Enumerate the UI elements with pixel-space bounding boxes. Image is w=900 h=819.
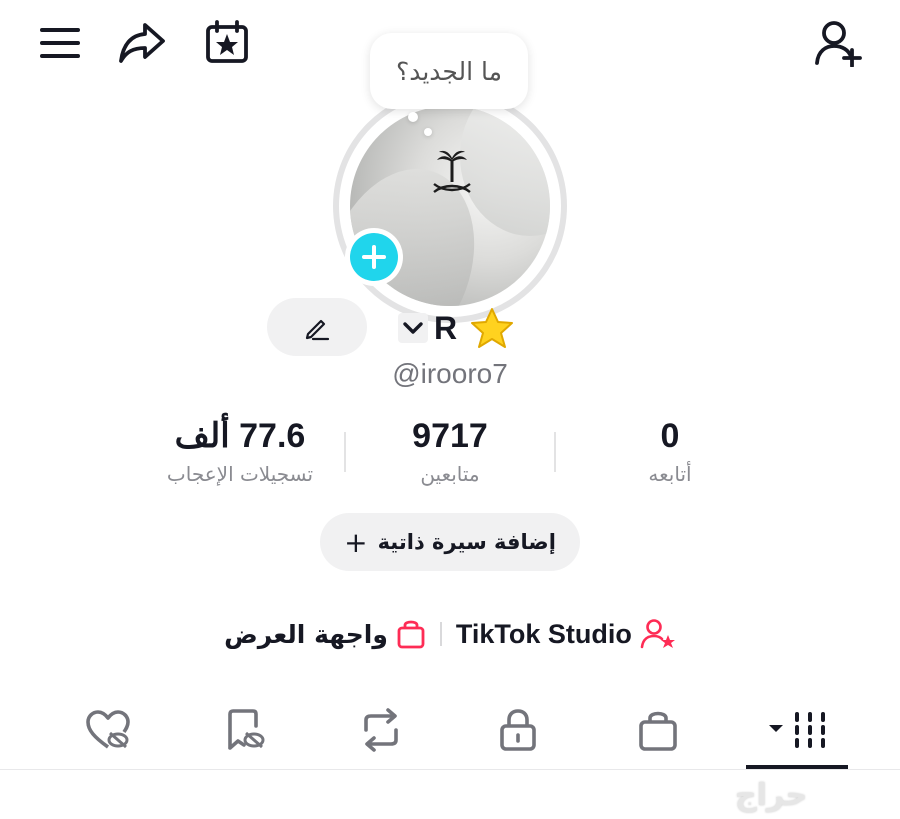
- heart-hidden-icon: [84, 709, 132, 751]
- tab-videos[interactable]: [757, 705, 837, 755]
- links-divider: [439, 622, 442, 646]
- profile-name-row[interactable]: R: [398, 304, 515, 352]
- creator-star-icon: [640, 618, 676, 650]
- menu-icon[interactable]: [36, 22, 84, 64]
- profile-name: R: [434, 309, 458, 346]
- showcase-link[interactable]: واجهة العرض: [224, 618, 426, 650]
- add-bio-button[interactable]: + إضافة سيرة ذاتية: [320, 513, 580, 571]
- plus-icon: +: [344, 525, 368, 559]
- share-icon[interactable]: [114, 20, 170, 66]
- stat-divider: [344, 432, 346, 472]
- tiktok-studio-label: TikTok Studio: [455, 618, 632, 649]
- add-bio-label: إضافة سيرة ذاتية: [377, 530, 556, 554]
- watermark-logo: حراج: [735, 778, 808, 813]
- edit-name-button[interactable]: [267, 298, 367, 356]
- tab-private[interactable]: [478, 705, 558, 755]
- following-stat[interactable]: 0 أتابعه: [570, 414, 770, 486]
- calendar-star-icon[interactable]: [202, 18, 252, 66]
- tiktok-studio-link[interactable]: TikTok Studio: [456, 618, 676, 650]
- grid-dropdown-icon: [765, 710, 829, 750]
- saudi-emblem-icon: [433, 150, 471, 193]
- tabs-divider: [0, 769, 900, 770]
- tab-liked[interactable]: [68, 705, 148, 755]
- username-handle: @irooro7: [392, 358, 508, 389]
- following-label: أتابعه: [648, 462, 692, 486]
- bookmark-hidden-icon: [222, 708, 268, 752]
- add-story-button[interactable]: [345, 228, 403, 286]
- add-user-icon[interactable]: [812, 18, 868, 68]
- showcase-label: واجهة العرض: [224, 619, 388, 649]
- followers-label: متابعين: [420, 462, 480, 486]
- star-icon: [469, 306, 515, 350]
- likes-stat[interactable]: 77.6 ألف تسجيلات الإعجاب: [140, 414, 340, 486]
- tab-reposts[interactable]: [341, 705, 421, 755]
- lock-icon: [498, 708, 538, 752]
- profile-links-row: واجهة العرض TikTok Studio: [0, 612, 900, 656]
- tab-favorites[interactable]: [205, 705, 285, 755]
- likes-count: 77.6 ألف: [174, 417, 306, 455]
- bubble-tail-dot: [408, 112, 418, 122]
- shopping-bag-icon: [396, 618, 426, 650]
- followers-count: 9717: [412, 417, 488, 455]
- following-count: 0: [660, 417, 680, 455]
- chevron-down-icon[interactable]: [398, 313, 428, 343]
- likes-label: تسجيلات الإعجاب: [166, 462, 314, 486]
- whats-new-bubble[interactable]: ما الجديد؟: [370, 33, 528, 109]
- followers-stat[interactable]: 9717 متابعين: [350, 414, 550, 486]
- tab-shop[interactable]: [618, 705, 698, 755]
- repost-icon: [358, 708, 404, 752]
- stat-divider: [554, 432, 556, 472]
- bubble-text: ما الجديد؟: [395, 56, 503, 86]
- shopping-bag-icon: [637, 708, 679, 752]
- pencil-icon: [303, 313, 331, 341]
- bubble-tail-dot: [424, 128, 432, 136]
